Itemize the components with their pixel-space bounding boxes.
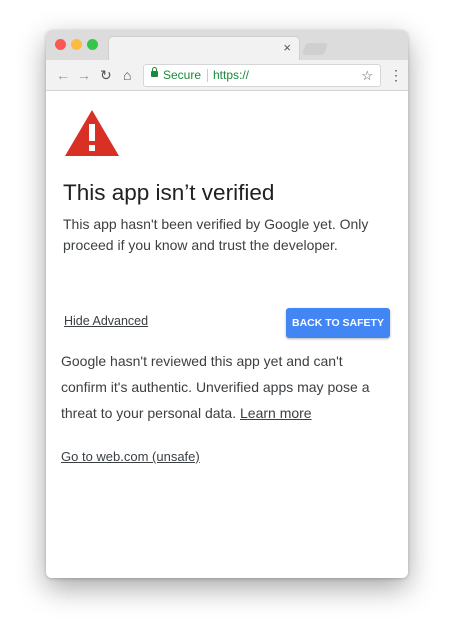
new-tab-button[interactable]	[301, 43, 329, 55]
proceed-unsafe-link[interactable]: Go to web.com (unsafe)	[61, 449, 200, 464]
star-icon[interactable]: ☆	[361, 65, 373, 86]
maximize-window-button[interactable]	[87, 39, 98, 50]
tab-bar: ×	[46, 30, 408, 61]
address-bar[interactable]: Secure https:// ☆	[143, 64, 381, 87]
reload-icon[interactable]: ↻	[100, 66, 112, 84]
advanced-details: Google hasn't reviewed this app yet and …	[61, 348, 391, 426]
forward-arrow-icon[interactable]: →	[77, 66, 91, 84]
minimize-window-button[interactable]	[71, 39, 82, 50]
secure-label: Secure	[163, 68, 202, 82]
tab-close-icon[interactable]: ×	[283, 40, 291, 55]
page-description: This app hasn't been verified by Google …	[63, 216, 369, 253]
close-window-button[interactable]	[55, 39, 66, 50]
home-icon[interactable]: ⌂	[123, 66, 131, 84]
lock-icon	[151, 67, 158, 77]
hide-advanced-link[interactable]: Hide Advanced	[64, 314, 148, 328]
browser-window: × ← → ↻ ⌂ Secure https:// ☆ ⋮ This app i…	[46, 30, 408, 578]
warning-triangle-icon	[65, 110, 119, 156]
menu-icon[interactable]: ⋮	[389, 66, 403, 84]
active-tab[interactable]: ×	[108, 36, 300, 61]
back-to-safety-button[interactable]: BACK TO SAFETY	[286, 308, 390, 338]
url-text[interactable]: https://	[213, 65, 249, 86]
address-separator	[207, 69, 208, 82]
back-arrow-icon[interactable]: ←	[56, 66, 70, 84]
browser-toolbar: ← → ↻ ⌂ Secure https:// ☆ ⋮	[46, 60, 408, 91]
learn-more-link[interactable]: Learn more	[240, 405, 312, 421]
advanced-details-text: Google hasn't reviewed this app yet and …	[61, 353, 370, 421]
page-title: This app isn’t verified	[63, 180, 275, 205]
